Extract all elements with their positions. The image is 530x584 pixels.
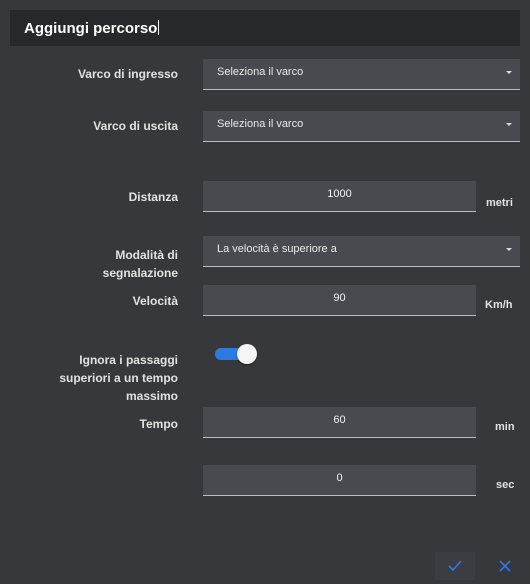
distance-field[interactable] [203, 181, 476, 212]
speed-input[interactable] [203, 285, 476, 315]
ignore-label-line2: superiori a un tempo [59, 371, 178, 385]
minutes-unit: min [495, 421, 515, 433]
cancel-button[interactable] [485, 552, 525, 580]
signal-mode-label-line1: Modalità di [115, 248, 178, 262]
exit-gate-select-value: Seleziona il varco [217, 118, 304, 130]
ignore-label-line3: massimo [125, 389, 178, 403]
toggle-knob [237, 344, 257, 364]
speed-label: Velocità [132, 294, 178, 308]
ignore-max-time-toggle[interactable] [215, 344, 257, 364]
signal-mode-label-line2: segnalazione [102, 266, 178, 280]
time-seconds-input[interactable] [203, 465, 476, 495]
exit-gate-select[interactable]: Seleziona il varco [203, 111, 520, 142]
text-caret [158, 20, 160, 35]
time-label: Tempo [139, 417, 178, 431]
time-seconds-field[interactable] [203, 465, 476, 496]
check-icon [448, 560, 462, 572]
distance-unit: metri [486, 197, 513, 209]
caret-down-icon [506, 71, 512, 74]
signal-mode-select[interactable]: La velocità è superiore a [203, 236, 520, 267]
entry-gate-select[interactable]: Seleziona il varco [203, 59, 520, 90]
signal-mode-label: Modalità di segnalazione [8, 246, 178, 282]
time-minutes-input[interactable] [203, 407, 476, 437]
caret-down-icon [506, 248, 512, 251]
exit-gate-label: Varco di uscita [93, 119, 178, 133]
dialog-title: Aggiungi percorso [24, 20, 160, 37]
speed-unit: Km/h [485, 299, 513, 311]
distance-label: Distanza [128, 190, 178, 204]
entry-gate-select-value: Seleziona il varco [217, 66, 304, 78]
seconds-unit: sec [496, 479, 515, 491]
distance-input[interactable] [203, 181, 476, 211]
close-icon [499, 560, 511, 572]
entry-gate-label: Varco di ingresso [77, 67, 178, 81]
dialog-title-text: Aggiungi percorso [24, 20, 158, 37]
signal-mode-select-value: La velocità è superiore a [217, 243, 337, 255]
time-minutes-field[interactable] [203, 407, 476, 438]
ignore-max-time-label: Ignora i passaggi superiori a un tempo m… [8, 351, 178, 405]
add-route-dialog: Aggiungi percorso Varco di ingresso Sele… [0, 0, 530, 584]
ignore-label-line1: Ignora i passaggi [79, 353, 178, 367]
confirm-button[interactable] [435, 552, 475, 580]
speed-field[interactable] [203, 285, 476, 316]
caret-down-icon [506, 123, 512, 126]
